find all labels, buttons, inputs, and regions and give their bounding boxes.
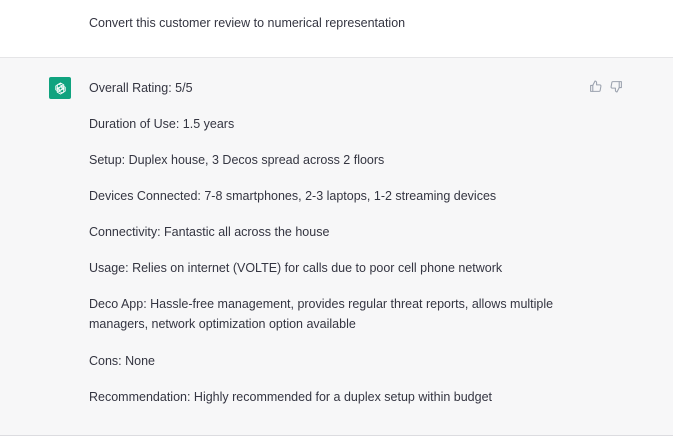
- response-line-setup: Setup: Duplex house, 3 Decos spread acro…: [89, 153, 385, 167]
- thumbs-up-icon: [589, 80, 601, 92]
- response-line-usage: Usage: Relies on internet (VOLTE) for ca…: [89, 261, 503, 275]
- assistant-message-row: Overall Rating: 5/5 Duration of Use: 1.5…: [0, 58, 673, 436]
- response-line-duration: Duration of Use: 1.5 years: [89, 117, 235, 131]
- response-line-connectivity: Connectivity: Fantastic all across the h…: [89, 225, 330, 239]
- thumbs-down-button[interactable]: [609, 79, 623, 93]
- response-line-overall-rating: Overall Rating: 5/5: [89, 81, 193, 95]
- response-line-cons: Cons: None: [89, 354, 156, 368]
- feedback-buttons: [588, 79, 623, 93]
- thumbs-up-button[interactable]: [588, 79, 602, 93]
- user-message-text: Convert this customer review to numerica…: [89, 16, 406, 30]
- thumbs-down-icon: [610, 80, 622, 92]
- response-line-deco-app: Deco App: Hassle-free management, provid…: [89, 297, 554, 331]
- response-line-recommendation: Recommendation: Highly recommended for a…: [89, 390, 493, 404]
- user-message-row: Convert this customer review to numerica…: [0, 0, 673, 58]
- response-line-devices: Devices Connected: 7-8 smartphones, 2-3 …: [89, 189, 497, 203]
- openai-logo-icon: [49, 77, 71, 99]
